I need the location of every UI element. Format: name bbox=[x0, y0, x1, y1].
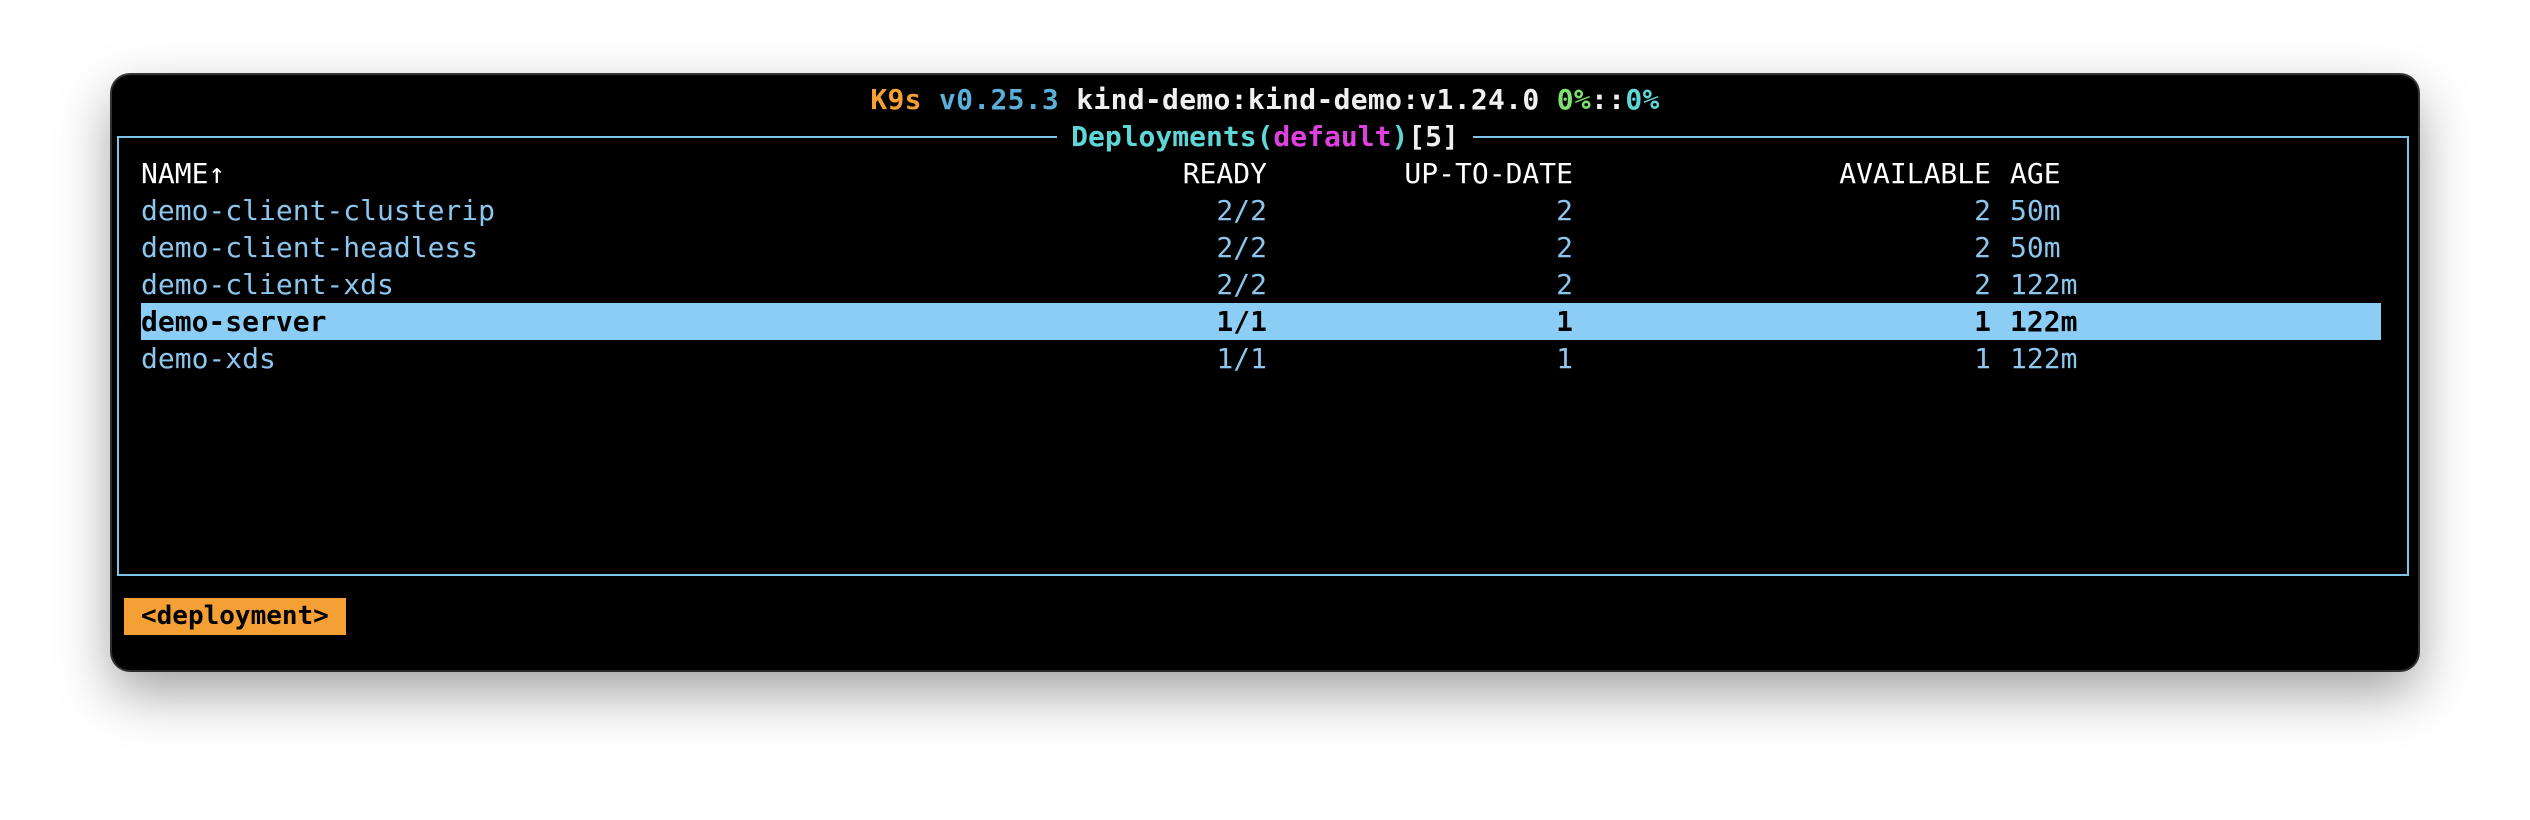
deployment-age: 50m bbox=[2010, 194, 2061, 227]
column-header-name[interactable]: NAME↑ bbox=[141, 155, 225, 192]
available-count: 2 bbox=[1974, 268, 1991, 301]
cluster-context: kind-demo:kind-demo:v1.24.0 bbox=[1076, 83, 1540, 116]
deployments-table: NAME↑ READY UP-TO-DATE AVAILABLE AGE dem… bbox=[141, 155, 2381, 377]
k9s-header: K9s v0.25.3 kind-demo:kind-demo:v1.24.0 … bbox=[112, 81, 2418, 118]
breadcrumb[interactable]: <deployment> bbox=[124, 598, 346, 635]
ready-count: 2/2 bbox=[1216, 194, 1267, 227]
column-header-age[interactable]: AGE bbox=[2010, 155, 2061, 192]
deployment-name: demo-xds bbox=[141, 342, 276, 375]
app-name: K9s bbox=[870, 83, 922, 116]
table-header-row: NAME↑ READY UP-TO-DATE AVAILABLE AGE bbox=[141, 155, 2381, 192]
table-row[interactable]: demo-client-headless 2/2 2 2 50m bbox=[141, 229, 2381, 266]
mem-usage: 0% bbox=[1625, 83, 1660, 116]
namespace-filter[interactable]: default bbox=[1273, 120, 1391, 153]
ready-count: 2/2 bbox=[1216, 268, 1267, 301]
deployment-age: 122m bbox=[2010, 305, 2078, 338]
terminal-window: K9s v0.25.3 kind-demo:kind-demo:v1.24.0 … bbox=[112, 75, 2418, 670]
table-row[interactable]: demo-xds 1/1 1 1 122m bbox=[141, 340, 2381, 377]
up-to-date-count: 1 bbox=[1556, 342, 1573, 375]
column-header-up-to-date[interactable]: UP-TO-DATE bbox=[1404, 155, 1573, 192]
table-row-selected[interactable]: demo-server 1/1 1 1 122m bbox=[141, 303, 2381, 340]
panel-title: Deployments(default)[5] bbox=[112, 118, 2418, 155]
available-count: 1 bbox=[1974, 342, 1991, 375]
ready-count: 2/2 bbox=[1216, 231, 1267, 264]
app-version: v0.25.3 bbox=[938, 83, 1060, 116]
available-count: 2 bbox=[1974, 231, 1991, 264]
paren-close: ) bbox=[1391, 120, 1409, 153]
available-count: 2 bbox=[1974, 194, 1991, 227]
deployment-name: demo-client-xds bbox=[141, 268, 394, 301]
deployment-age: 122m bbox=[2010, 342, 2078, 375]
up-to-date-count: 2 bbox=[1556, 268, 1573, 301]
deployment-age: 122m bbox=[2010, 268, 2078, 301]
available-count: 1 bbox=[1974, 305, 1991, 338]
table-row[interactable]: demo-client-xds 2/2 2 2 122m bbox=[141, 266, 2381, 303]
resource-count: [5] bbox=[1408, 120, 1459, 153]
column-header-ready[interactable]: READY bbox=[1183, 155, 1267, 192]
paren-open: ( bbox=[1256, 120, 1274, 153]
column-header-available[interactable]: AVAILABLE bbox=[1839, 155, 1991, 192]
up-to-date-count: 1 bbox=[1556, 305, 1573, 338]
ready-count: 1/1 bbox=[1216, 305, 1267, 338]
table-row[interactable]: demo-client-clusterip 2/2 2 2 50m bbox=[141, 192, 2381, 229]
usage-separator: :: bbox=[1591, 83, 1626, 116]
deployment-name: demo-server bbox=[141, 305, 327, 338]
resource-type: Deployments bbox=[1071, 120, 1257, 153]
up-to-date-count: 2 bbox=[1556, 231, 1573, 264]
up-to-date-count: 2 bbox=[1556, 194, 1573, 227]
deployment-age: 50m bbox=[2010, 231, 2061, 264]
ready-count: 1/1 bbox=[1216, 342, 1267, 375]
cpu-usage: 0% bbox=[1556, 83, 1592, 116]
deployment-name: demo-client-clusterip bbox=[141, 194, 496, 227]
deployment-name: demo-client-headless bbox=[141, 231, 479, 264]
